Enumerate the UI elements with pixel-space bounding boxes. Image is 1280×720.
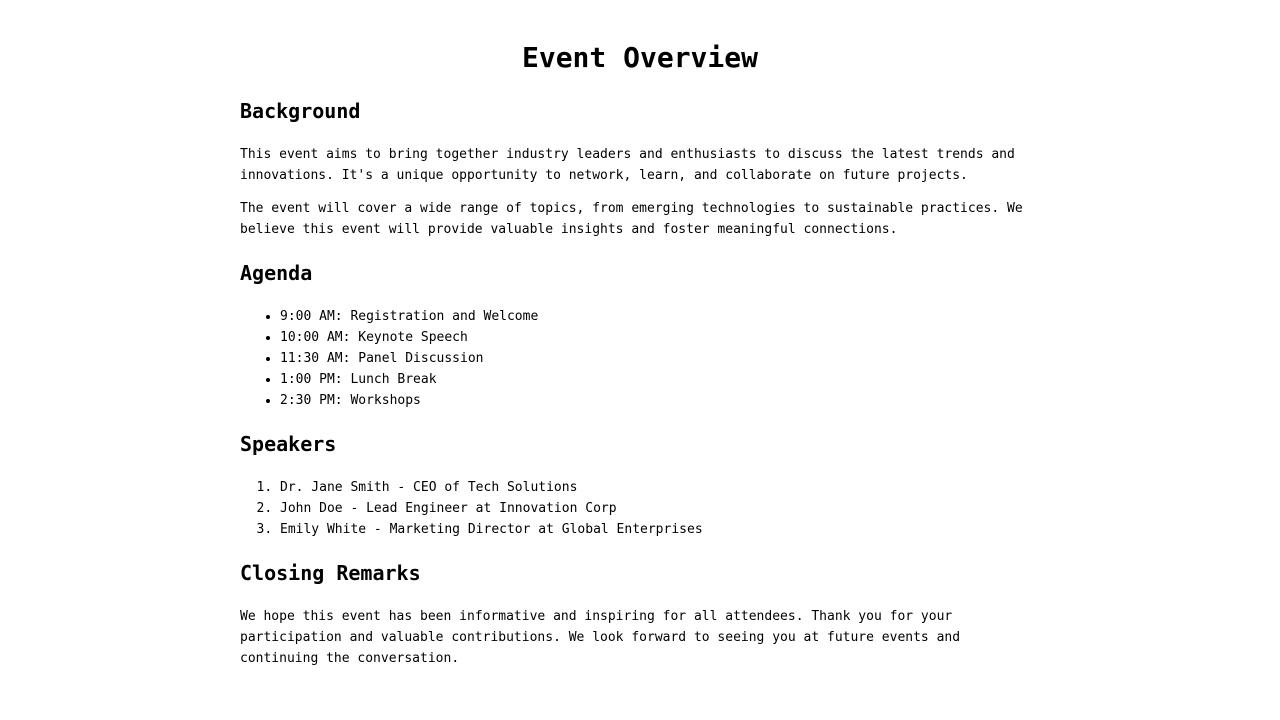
background-section: Background This event aims to bring toge… (240, 98, 1040, 240)
agenda-item: 1:00 PM: Lunch Break (280, 369, 1040, 390)
speakers-section: Speakers Dr. Jane Smith - CEO of Tech So… (240, 431, 1040, 540)
speakers-heading: Speakers (240, 432, 337, 456)
speaker-item: John Doe - Lead Engineer at Innovation C… (280, 498, 1040, 519)
agenda-item: 11:30 AM: Panel Discussion (280, 348, 1040, 369)
agenda-item: 10:00 AM: Keynote Speech (280, 327, 1040, 348)
agenda-item: 2:30 PM: Workshops (280, 390, 1040, 411)
background-heading: Background (240, 99, 361, 123)
background-paragraph-2: The event will cover a wide range of top… (240, 201, 1023, 237)
speaker-item: Emily White - Marketing Director at Glob… (280, 519, 1040, 540)
document: Event Overview Background This event aim… (240, 0, 1040, 669)
closing-paragraph: We hope this event has been informative … (240, 609, 961, 666)
speakers-list: Dr. Jane Smith - CEO of Tech Solutions J… (240, 477, 1040, 540)
agenda-item: 9:00 AM: Registration and Welcome (280, 306, 1040, 327)
agenda-list: 9:00 AM: Registration and Welcome 10:00 … (240, 306, 1040, 411)
page-title: Event Overview (521, 41, 758, 74)
speaker-item: Dr. Jane Smith - CEO of Tech Solutions (280, 477, 1040, 498)
background-paragraph-1: This event aims to bring together indust… (240, 147, 1015, 183)
closing-heading: Closing Remarks (240, 561, 421, 585)
closing-section: Closing Remarks We hope this event has b… (240, 560, 1040, 669)
agenda-section: Agenda 9:00 AM: Registration and Welcome… (240, 260, 1040, 411)
agenda-heading: Agenda (240, 261, 313, 285)
